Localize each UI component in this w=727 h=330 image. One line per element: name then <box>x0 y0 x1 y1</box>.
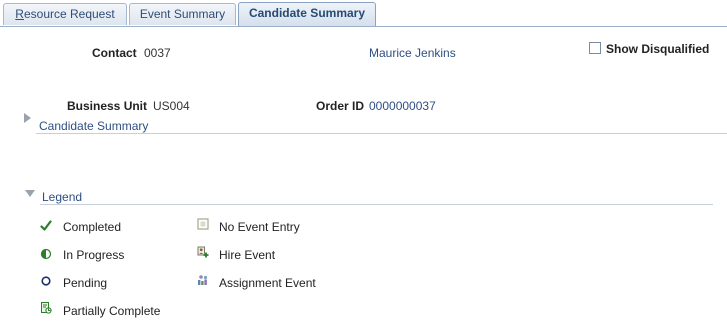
open-circle-icon <box>41 276 51 286</box>
legend-item-assignment-event: Assignment Event <box>219 276 316 290</box>
legend-collapse-icon[interactable] <box>25 190 35 197</box>
legend-section-header[interactable]: Legend <box>42 190 82 204</box>
legend-item-completed: Completed <box>63 220 122 234</box>
tab-candidate-summary-label: Candidate Summary <box>248 6 366 20</box>
partial-doc-icon <box>41 302 52 314</box>
business-unit-label: Business Unit <box>67 99 148 113</box>
tab-bar: Resource Request Event Summary Candidate… <box>0 0 727 27</box>
show-disqualified-label: Show Disqualified <box>606 42 710 56</box>
business-unit-value: US004 <box>153 99 190 113</box>
assignment-event-icon <box>198 275 208 285</box>
tab-candidate-summary[interactable]: Candidate Summary <box>238 2 376 27</box>
candidate-summary-section-header[interactable]: Candidate Summary <box>39 119 148 133</box>
candidate-summary-expand-icon[interactable] <box>24 113 31 123</box>
legend-item-no-event-entry: No Event Entry <box>219 220 300 234</box>
contact-label: Contact <box>92 46 137 60</box>
tab-event-summary[interactable]: Event Summary <box>129 3 236 25</box>
tab-resource-request-label: Resource Request <box>15 7 115 21</box>
empty-square-icon <box>197 218 209 230</box>
tab-event-summary-label: Event Summary <box>139 7 226 21</box>
legend-item-hire-event: Hire Event <box>219 248 276 262</box>
order-id-label: Order ID <box>316 99 365 113</box>
tab-resource-request[interactable]: Resource Request <box>3 3 127 25</box>
legend-item-pending: Pending <box>63 276 108 290</box>
tab-resource-request-access-key: R <box>15 7 24 21</box>
half-circle-icon <box>40 248 52 260</box>
contact-name-link[interactable]: Maurice Jenkins <box>369 46 456 60</box>
contact-value: 0037 <box>144 46 171 60</box>
hire-event-icon <box>197 246 209 258</box>
tab-bar-divider <box>0 26 727 27</box>
check-icon <box>40 220 52 231</box>
show-disqualified-checkbox[interactable] <box>589 42 601 54</box>
candidate-summary-divider <box>36 133 727 134</box>
legend-item-in-progress: In Progress <box>63 248 125 262</box>
legend-divider <box>40 204 713 205</box>
order-id-link[interactable]: 0000000037 <box>369 99 436 113</box>
legend-item-partially-complete: Partially Complete <box>63 304 161 318</box>
